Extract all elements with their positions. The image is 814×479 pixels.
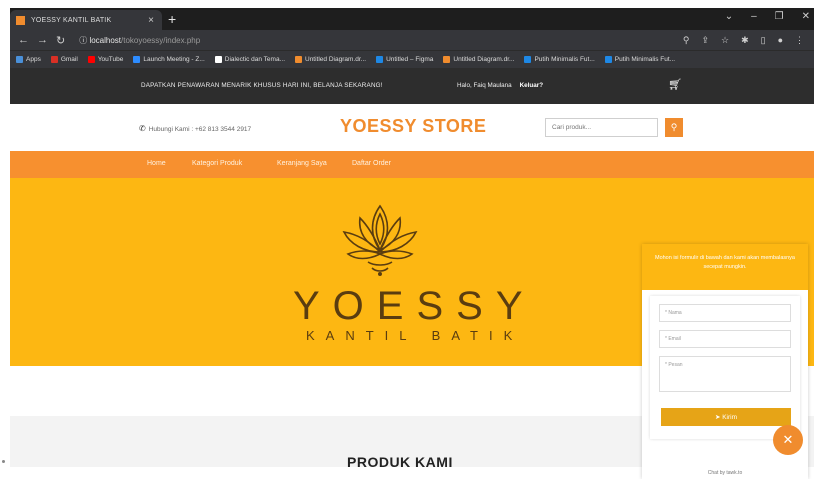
youtube-icon (87, 56, 95, 63)
new-tab-button[interactable]: + (168, 11, 176, 27)
chat-message-field[interactable]: * Pesan (659, 356, 791, 392)
menu-icon[interactable]: ⋮ (795, 35, 804, 46)
greeting-text: Halo, Faiq Maulana (457, 82, 512, 89)
chat-form: * Nama * Email * Pesan ➤ Kirim (650, 296, 800, 439)
bookmark-item[interactable]: Putih Minimalis Fut... (604, 56, 675, 63)
star-icon[interactable]: ☆ (721, 35, 729, 46)
tab-title: YOESSY KANTIL BATIK (31, 16, 112, 24)
reload-icon[interactable]: ↻ (56, 34, 65, 47)
chat-footer[interactable]: Chat by tawk.to (642, 470, 808, 476)
back-icon[interactable]: ← (18, 34, 29, 46)
brand-title[interactable]: YOESSY STORE (340, 116, 486, 137)
zoom-app-icon (133, 56, 141, 63)
drawio-icon (295, 56, 302, 63)
hero-logo-subtitle: KANTIL BATIK (306, 328, 524, 343)
window-controls: ⌄ – ❐ ✕ (725, 11, 810, 22)
website: DAPATKAN PENAWARAN MENARIK KHUSUS HARI I… (10, 68, 814, 479)
contact-phone: ✆ Hubungi Kami : +62 813 3544 2917 (139, 124, 252, 133)
bookmark-item[interactable]: Untitled Diagram.dr... (443, 56, 514, 63)
close-icon: ✕ (782, 432, 794, 447)
gmail-icon (50, 56, 58, 63)
apps-icon (16, 56, 23, 63)
search-button[interactable]: ⚲ (665, 118, 683, 137)
phone-icon: ✆ (139, 124, 146, 133)
share-icon[interactable]: ⇪ (701, 35, 709, 46)
bookmark-item[interactable]: YouTube (87, 56, 123, 63)
cursor-dot (2, 460, 5, 463)
info-icon: ⓘ (79, 35, 90, 45)
nav-kategori-produk[interactable]: Kategori Produk (192, 160, 242, 167)
bookmark-item[interactable]: Apps (16, 56, 41, 63)
bookmark-item[interactable]: Launch Meeting - Z... (133, 56, 205, 63)
forward-icon[interactable]: → (37, 34, 48, 46)
drawio-icon (443, 56, 451, 63)
top-bar: DAPATKAN PENAWARAN MENARIK KHUSUS HARI I… (10, 68, 814, 104)
chat-close-button[interactable]: ✕ (773, 425, 803, 455)
favicon-icon (16, 15, 25, 25)
lotus-logo-icon (342, 204, 418, 276)
promo-text: DAPATKAN PENAWARAN MENARIK KHUSUS HARI I… (141, 82, 383, 89)
section-title: PRODUK KAMI (347, 454, 453, 470)
browser-tab[interactable]: YOESSY KANTIL BATIK × (10, 10, 162, 30)
url-host: localhost (89, 35, 122, 45)
bookmark-item[interactable]: Gmail (50, 56, 78, 63)
nav-keranjang-saya[interactable]: Keranjang Saya (277, 160, 327, 167)
tab-close-icon[interactable]: × (148, 15, 154, 26)
profile-icon[interactable]: ● (778, 35, 783, 46)
bookmark-item[interactable]: Untitled Diagram.dr... (295, 56, 366, 63)
nav-daftar-order[interactable]: Daftar Order (352, 160, 391, 167)
cart-icon[interactable]: 🛒︎ (668, 78, 682, 91)
url-field[interactable]: ⓘ localhost/tokoyoessy/index.php (79, 35, 200, 46)
bookmark-item[interactable]: Dialectic dan Tema... (214, 56, 285, 63)
canva-icon (524, 56, 532, 63)
browser-tabstrip: YOESSY KANTIL BATIK × + ⌄ – ❐ ✕ (10, 8, 814, 30)
chat-send-button[interactable]: ➤ Kirim (661, 408, 791, 426)
chat-header: Mohon isi formulir di bawah dan kami aka… (642, 244, 808, 290)
user-greeting: Halo, Faiq Maulana Keluar? (457, 82, 543, 89)
chat-name-field[interactable]: * Nama (659, 304, 791, 322)
address-actions: ⚲ ⇪ ☆ ✱ ▯ ● ⋮ (683, 35, 804, 46)
nav-home[interactable]: Home (147, 160, 166, 167)
url-path: /tokoyoessy/index.php (121, 35, 201, 45)
maximize-icon[interactable]: ❐ (775, 11, 784, 22)
zoom-icon[interactable]: ⚲ (683, 35, 690, 46)
canva-icon (604, 56, 612, 63)
extensions-icon[interactable]: ✱ (741, 35, 749, 46)
figma-icon (376, 56, 384, 63)
address-bar: ← → ↻ ⓘ localhost/tokoyoessy/index.php ⚲… (10, 30, 814, 50)
minimize-icon[interactable]: – (751, 11, 757, 22)
hero-logo-word: YOESSY (293, 284, 536, 328)
sidebar-icon[interactable]: ▯ (761, 35, 766, 46)
site-header: ✆ Hubungi Kami : +62 813 3544 2917 YOESSY… (10, 104, 814, 151)
chat-email-field[interactable]: * Email (659, 330, 791, 348)
bookmarks-bar: Apps Gmail YouTube Launch Meeting - Z...… (10, 50, 814, 68)
logout-link[interactable]: Keluar? (520, 82, 543, 89)
bookmark-item[interactable]: Untitled – Figma (376, 56, 433, 63)
bookmark-item[interactable]: Putih Minimalis Fut... (524, 56, 595, 63)
search-icon: ⚲ (670, 122, 678, 132)
main-nav: Home Kategori Produk Keranjang Saya Daft… (10, 151, 814, 178)
tab-search-icon[interactable]: ⌄ (725, 11, 733, 22)
search-input[interactable] (545, 118, 658, 137)
page-icon (214, 56, 222, 63)
close-window-icon[interactable]: ✕ (802, 11, 810, 22)
send-icon: ➤ (714, 414, 723, 421)
